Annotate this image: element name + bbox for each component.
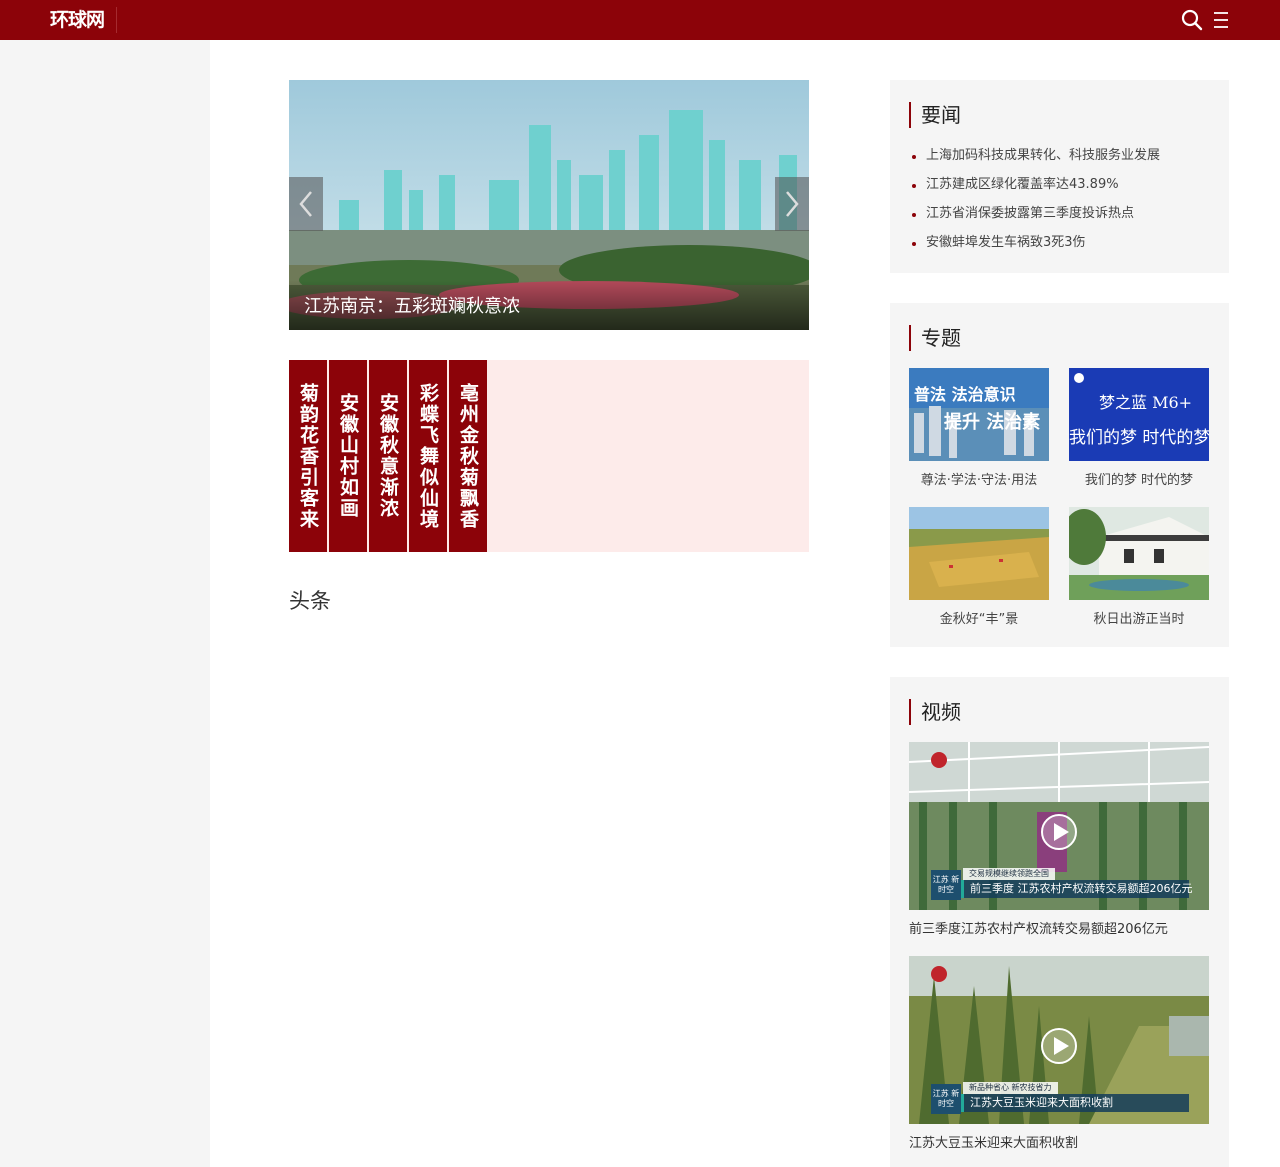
vertical-title-item[interactable]: 菊韵花香引客来 bbox=[289, 360, 327, 552]
svg-text:我们的梦 时代的梦: 我们的梦 时代的梦 bbox=[1069, 428, 1209, 448]
videos-panel: 视频 江苏 新时空 交易规模继续领跑全国 前三季度 江苏农村产权流转交易额超20… bbox=[890, 677, 1229, 1167]
left-blank-pane bbox=[0, 40, 210, 1167]
chevron-left-icon bbox=[299, 191, 312, 217]
site-logo[interactable]: 环球网 bbox=[50, 7, 118, 33]
important-news-list: 上海加码科技成果转化、科技服务业发展 江苏建成区绿化覆盖率达43.89% 江苏省… bbox=[911, 146, 1211, 262]
headline-section-title: 头条 bbox=[289, 589, 331, 613]
news-item[interactable]: 江苏省消保委披露第三季度投诉热点 bbox=[911, 204, 1211, 233]
video-tag-small: 新品种省心 新农技省力 bbox=[963, 1082, 1058, 1094]
svg-text:梦之蓝 M6+: 梦之蓝 M6+ bbox=[1099, 393, 1192, 412]
important-news-panel: 要闻 上海加码科技成果转化、科技服务业发展 江苏建成区绿化覆盖率达43.89% … bbox=[890, 80, 1229, 273]
video-tag-main: 前三季度 江苏农村产权流转交易额超206亿元 bbox=[961, 880, 1193, 898]
svg-text:普法 法治意识: 普法 法治意识 bbox=[914, 385, 1016, 404]
video-label[interactable]: 前三季度江苏农村产权流转交易额超206亿元 bbox=[909, 918, 1209, 937]
news-item[interactable]: 上海加码科技成果转化、科技服务业发展 bbox=[911, 146, 1211, 175]
topic-label: 金秋好“丰”景 bbox=[939, 612, 1019, 627]
video-card[interactable]: 江苏 新时空 新品种省心 新农技省力 江苏大豆玉米迎来大面积收割 江苏大豆玉米迎… bbox=[909, 956, 1209, 1151]
news-item[interactable]: 安徽蚌埠发生车祸致3死3伤 bbox=[911, 233, 1211, 262]
svg-text:提升 法治素: 提升 法治素 bbox=[944, 411, 1040, 433]
topic-card[interactable]: 梦之蓝 M6+ 我们的梦 时代的梦 我们的梦 时代的梦 bbox=[1069, 368, 1209, 488]
channel-badge: 江苏 新时空 bbox=[931, 870, 961, 900]
topics-panel: 专题 普法 法治意识 提升 法治素 尊法·学法·守法·用法 梦之蓝 M6+ 我们… bbox=[890, 303, 1229, 647]
video-label[interactable]: 江苏大豆玉米迎来大面积收割 bbox=[909, 1132, 1209, 1151]
vertical-title-item[interactable]: 亳州金秋菊飘香 bbox=[449, 360, 487, 552]
topic-image bbox=[909, 507, 1049, 600]
topic-image: 梦之蓝 M6+ 我们的梦 时代的梦 bbox=[1069, 368, 1209, 461]
topic-image: 普法 法治意识 提升 法治素 bbox=[909, 368, 1049, 461]
search-icon[interactable] bbox=[1180, 8, 1204, 32]
topic-card[interactable]: 金秋好“丰”景 bbox=[909, 507, 1049, 627]
video-thumbnail: 江苏 新时空 新品种省心 新农技省力 江苏大豆玉米迎来大面积收割 bbox=[909, 956, 1209, 1124]
slider-next-button[interactable] bbox=[775, 177, 809, 231]
top-bar: 环球网 bbox=[0, 0, 1280, 40]
vertical-title-item[interactable]: 安徽秋意渐浓 bbox=[369, 360, 407, 552]
slider-prev-button[interactable] bbox=[289, 177, 323, 231]
photo-slider[interactable]: 江苏南京：五彩斑斓秋意浓 bbox=[289, 80, 809, 330]
topics-title: 专题 bbox=[909, 325, 961, 351]
videos-title: 视频 bbox=[909, 699, 961, 725]
menu-icon[interactable] bbox=[1209, 8, 1233, 32]
play-icon[interactable] bbox=[1039, 1026, 1079, 1066]
slide-caption[interactable]: 江苏南京：五彩斑斓秋意浓 bbox=[289, 280, 809, 330]
news-item[interactable]: 江苏建成区绿化覆盖率达43.89% bbox=[911, 175, 1211, 204]
video-tag-main: 江苏大豆玉米迎来大面积收割 bbox=[961, 1094, 1189, 1112]
topic-label: 我们的梦 时代的梦 bbox=[1084, 473, 1194, 488]
channel-badge: 江苏 新时空 bbox=[931, 1084, 961, 1114]
topic-image bbox=[1069, 507, 1209, 600]
video-card[interactable]: 江苏 新时空 交易规模继续领跑全国 前三季度 江苏农村产权流转交易额超206亿元… bbox=[909, 742, 1209, 937]
topic-label: 秋日出游正当时 bbox=[1093, 612, 1185, 627]
video-thumbnail: 江苏 新时空 交易规模继续领跑全国 前三季度 江苏农村产权流转交易额超206亿元 bbox=[909, 742, 1209, 910]
topic-label: 尊法·学法·守法·用法 bbox=[920, 473, 1038, 488]
chevron-right-icon bbox=[786, 191, 799, 217]
vertical-title-item[interactable]: 安徽山村如画 bbox=[329, 360, 367, 552]
play-icon[interactable] bbox=[1039, 812, 1079, 852]
topic-card[interactable]: 秋日出游正当时 bbox=[1069, 507, 1209, 627]
important-news-title: 要闻 bbox=[909, 102, 961, 128]
vertical-title-band: 菊韵花香引客来 安徽山村如画 安徽秋意渐浓 彩蝶飞舞似仙境 亳州金秋菊飘香 bbox=[289, 360, 809, 552]
vertical-title-item[interactable]: 彩蝶飞舞似仙境 bbox=[409, 360, 447, 552]
video-tag-small: 交易规模继续领跑全国 bbox=[963, 868, 1055, 880]
topic-card[interactable]: 普法 法治意识 提升 法治素 尊法·学法·守法·用法 bbox=[909, 368, 1049, 488]
